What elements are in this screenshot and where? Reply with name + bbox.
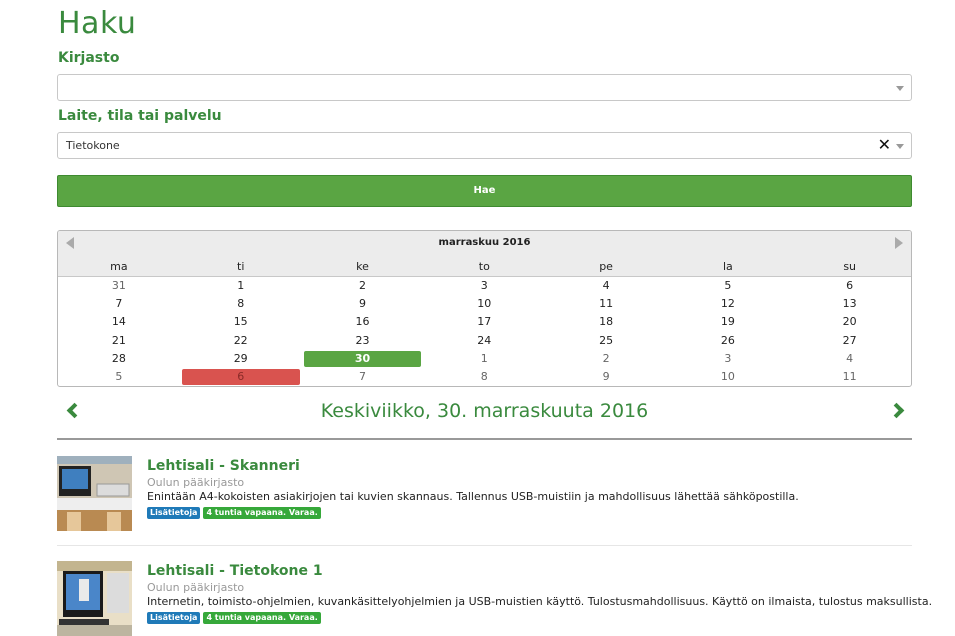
calendar-day[interactable]: 12 (667, 295, 789, 313)
calendar-day[interactable]: 9 (302, 295, 424, 313)
resource-select-value: Tietokone (66, 139, 120, 152)
resource-label: Laite, tila tai palvelu (58, 108, 222, 124)
result-badges: Lisätietoja 4 tuntia vapaana. Varaa. (147, 612, 321, 624)
calendar-day[interactable]: 20 (789, 313, 911, 331)
result-item: Lehtisali - Skanneri Oulun pääkirjasto E… (57, 456, 912, 532)
info-badge[interactable]: Lisätietoja (147, 612, 201, 624)
calendar-grid: 31 1 2 3 4 5 6 7 8 9 10 11 12 13 14 15 1… (58, 277, 911, 386)
weekday-label: ti (237, 260, 245, 273)
calendar-day[interactable]: 3 (667, 350, 789, 368)
result-description: Internetin, toimisto-ohjelmien, kuvankäs… (147, 595, 933, 608)
calendar-day[interactable]: 26 (667, 332, 789, 350)
page-title: Haku (58, 6, 137, 41)
next-month-icon[interactable] (895, 237, 903, 249)
calendar-day[interactable]: 1 (180, 277, 302, 295)
calendar-day[interactable]: 1 (423, 350, 545, 368)
calendar-week: 5 6 7 8 9 10 11 (58, 368, 911, 386)
calendar-header: marraskuu 2016 ma ti ke to pe la su (58, 231, 911, 277)
calendar-week: 7 8 9 10 11 12 13 (58, 295, 911, 313)
weekday-label: la (722, 260, 733, 273)
availability-badge[interactable]: 4 tuntia vapaana. Varaa. (203, 612, 321, 624)
calendar-day[interactable]: 4 (789, 350, 911, 368)
weekday-label: pe (599, 260, 613, 273)
calendar-day[interactable]: 23 (302, 332, 424, 350)
calendar-day[interactable]: 8 (423, 368, 545, 386)
calendar-day[interactable]: 14 (58, 313, 180, 331)
calendar-day[interactable]: 7 (302, 368, 424, 386)
calendar-day[interactable]: 15 (180, 313, 302, 331)
calendar-week: 14 15 16 17 18 19 20 (58, 313, 911, 331)
calendar-week: 28 29 30 1 2 3 4 (58, 350, 911, 368)
calendar-day[interactable]: 13 (789, 295, 911, 313)
result-library: Oulun pääkirjasto (147, 581, 245, 594)
result-thumbnail[interactable] (57, 456, 132, 531)
calendar-day[interactable]: 16 (302, 313, 424, 331)
calendar-day[interactable]: 7 (58, 295, 180, 313)
availability-badge[interactable]: 4 tuntia vapaana. Varaa. (203, 507, 321, 519)
calendar-day-selected-label: 30 (354, 351, 371, 365)
weekday-label: ke (356, 260, 369, 273)
calendar-day[interactable]: 5 (667, 277, 789, 295)
calendar-day[interactable]: 11 (789, 368, 911, 386)
result-thumbnail[interactable] (57, 561, 132, 636)
result-name[interactable]: Lehtisali - Skanneri (147, 458, 300, 474)
calendar-day[interactable]: 8 (180, 295, 302, 313)
chevron-down-icon (896, 144, 904, 149)
result-description: Enintään A4-kokoisten asiakirjojen tai k… (147, 490, 799, 503)
clear-icon[interactable]: ✕ (878, 136, 891, 154)
weekday-row: ma ti ke to pe la su (58, 260, 911, 273)
weekday-label: su (843, 260, 857, 273)
chevron-down-icon (896, 86, 904, 91)
calendar-day[interactable]: 11 (545, 295, 667, 313)
calendar-day[interactable]: 4 (545, 277, 667, 295)
info-badge[interactable]: Lisätietoja (147, 507, 201, 519)
calendar-day-selected[interactable]: 30 (302, 350, 424, 368)
calendar-day[interactable]: 28 (58, 350, 180, 368)
calendar-day[interactable]: 10 (667, 368, 789, 386)
calendar-day[interactable]: 6 (789, 277, 911, 295)
calendar-week: 31 1 2 3 4 5 6 (58, 277, 911, 295)
selected-date-heading: Keskiviikko, 30. marraskuuta 2016 (320, 400, 649, 422)
calendar-day[interactable]: 2 (302, 277, 424, 295)
calendar-day-unavailable[interactable]: 6 (180, 368, 302, 386)
library-label: Kirjasto (58, 50, 120, 66)
calendar-day[interactable]: 24 (423, 332, 545, 350)
weekday-label: to (478, 260, 490, 273)
calendar-day[interactable]: 31 (58, 277, 180, 295)
calendar-day[interactable]: 10 (423, 295, 545, 313)
day-navigation: Keskiviikko, 30. marraskuuta 2016 (57, 396, 912, 440)
calendar-day[interactable]: 9 (545, 368, 667, 386)
calendar-week: 21 22 23 24 25 26 27 (58, 332, 911, 350)
result-item: Lehtisali - Tietokone 1 Oulun pääkirjast… (57, 561, 932, 636)
calendar-month: marraskuu 2016 (438, 237, 531, 248)
result-library: Oulun pääkirjasto (147, 476, 245, 489)
weekday-label: ma (110, 260, 128, 273)
resource-select[interactable]: Tietokone ✕ (57, 132, 912, 159)
result-divider (57, 545, 912, 546)
result-name[interactable]: Lehtisali - Tietokone 1 (147, 563, 323, 579)
calendar-day[interactable]: 3 (423, 277, 545, 295)
calendar: marraskuu 2016 ma ti ke to pe la su 31 1… (57, 230, 912, 387)
library-select[interactable] (57, 74, 912, 101)
calendar-day[interactable]: 2 (545, 350, 667, 368)
calendar-day[interactable]: 29 (180, 350, 302, 368)
calendar-day[interactable]: 19 (667, 313, 789, 331)
calendar-day[interactable]: 27 (789, 332, 911, 350)
calendar-day[interactable]: 21 (58, 332, 180, 350)
calendar-day[interactable]: 18 (545, 313, 667, 331)
search-button[interactable]: Hae (57, 175, 912, 207)
calendar-day-unavailable-label: 6 (237, 369, 245, 383)
calendar-day[interactable]: 17 (423, 313, 545, 331)
calendar-day[interactable]: 25 (545, 332, 667, 350)
result-badges: Lisätietoja 4 tuntia vapaana. Varaa. (147, 507, 321, 519)
calendar-day[interactable]: 22 (180, 332, 302, 350)
calendar-day[interactable]: 5 (58, 368, 180, 386)
